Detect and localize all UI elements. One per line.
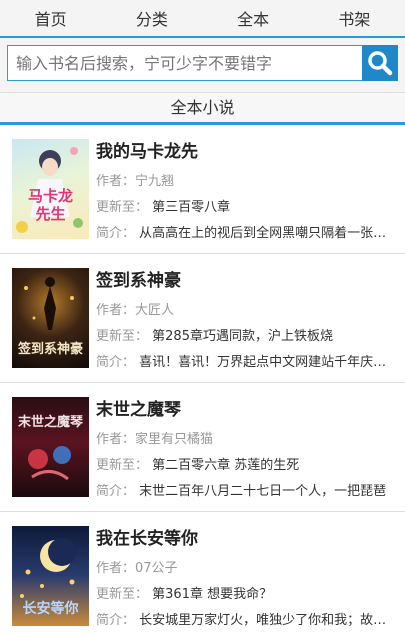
search-icon [368, 51, 393, 76]
author-label: 作者： [96, 303, 136, 318]
nav-category[interactable]: 分类 [101, 6, 202, 30]
book-cover[interactable]: 马卡龙 先生 [12, 139, 89, 239]
intro-label: 简介： [96, 484, 136, 499]
book-intro: 简介： 喜讯！喜讯！万界起点中文网建站千年庆典活动 [96, 350, 399, 376]
nav-home[interactable]: 首页 [0, 6, 101, 30]
book-intro: 简介： 末世二百年八月二十七日一个人，一把琵琶 [96, 479, 399, 505]
book-item[interactable]: 签到系神豪 签到系神豪 作者：大匠人 更新至： 第285章巧遇同款，沪上铁板烧 … [0, 254, 405, 383]
update-label: 更新至： [96, 329, 149, 344]
cover-title: 末世之魔琴 [17, 415, 83, 430]
intro-text: 末世二百年八月二十七日一个人，一把琵琶 [139, 484, 387, 499]
search-input[interactable] [7, 45, 362, 81]
author-label: 作者： [96, 432, 136, 447]
search-button[interactable] [362, 45, 398, 81]
book-cover[interactable]: 签到系神豪 [12, 268, 89, 368]
book-author: 作者：家里有只橘猫 [96, 427, 399, 453]
book-item[interactable]: 长安等你 我在长安等你 作者：07公子 更新至： 第361章 想要我命？ 简介：… [0, 512, 405, 634]
author-label: 作者： [96, 561, 136, 576]
top-nav: 首页 分类 全本 书架 [0, 0, 405, 38]
author-name: 07公子 [135, 561, 178, 576]
book-title[interactable]: 末世之魔琴 [96, 397, 399, 423]
intro-text: 喜讯！喜讯！万界起点中文网建站千年庆典活动 [139, 355, 399, 370]
author-name: 宁九翘 [135, 174, 175, 189]
update-label: 更新至： [96, 200, 149, 215]
book-item[interactable]: 马卡龙 先生 我的马卡龙先 作者：宁九翘 更新至： 第三百零八章 简介： 从高高… [0, 125, 405, 254]
cover-title: 长安等你 [22, 601, 79, 617]
book-info: 我在长安等你 作者：07公子 更新至： 第361章 想要我命？ 简介： 长安城里… [96, 526, 399, 634]
search-bar [0, 38, 405, 93]
book-update: 更新至： 第三百零八章 [96, 195, 399, 221]
book-info: 我的马卡龙先 作者：宁九翘 更新至： 第三百零八章 简介： 从高高在上的视后到全… [96, 139, 399, 253]
latest-chapter[interactable]: 第二百零六章 苏莲的生死 [152, 458, 299, 473]
book-info: 末世之魔琴 作者：家里有只橘猫 更新至： 第二百零六章 苏莲的生死 简介： 末世… [96, 397, 399, 511]
book-title[interactable]: 签到系神豪 [96, 268, 399, 294]
book-title[interactable]: 我在长安等你 [96, 526, 399, 552]
book-cover[interactable]: 末世之魔琴 [12, 397, 89, 497]
book-title[interactable]: 我的马卡龙先 [96, 139, 399, 165]
book-item[interactable]: 末世之魔琴 末世之魔琴 作者：家里有只橘猫 更新至： 第二百零六章 苏莲的生死 … [0, 383, 405, 512]
book-intro: 简介： 长安城里万家灯火，唯独少了你和我；故人已去 [96, 608, 399, 634]
book-info: 签到系神豪 作者：大匠人 更新至： 第285章巧遇同款，沪上铁板烧 简介： 喜讯… [96, 268, 399, 382]
author-name: 家里有只橘猫 [135, 432, 214, 447]
latest-chapter[interactable]: 第285章巧遇同款，沪上铁板烧 [152, 329, 333, 344]
author-name: 大匠人 [135, 303, 175, 318]
intro-label: 简介： [96, 613, 136, 628]
book-list: 马卡龙 先生 我的马卡龙先 作者：宁九翘 更新至： 第三百零八章 简介： 从高高… [0, 125, 405, 634]
book-cover[interactable]: 长安等你 [12, 526, 89, 626]
book-update: 更新至： 第二百零六章 苏莲的生死 [96, 453, 399, 479]
intro-text: 从高高在上的视后到全网黑嘲只隔着一张床照 [139, 226, 399, 241]
author-label: 作者： [96, 174, 136, 189]
latest-chapter[interactable]: 第361章 想要我命？ [152, 587, 272, 602]
book-author: 作者：07公子 [96, 556, 399, 582]
book-update: 更新至： 第361章 想要我命？ [96, 582, 399, 608]
nav-bookshelf[interactable]: 书架 [304, 6, 405, 30]
book-author: 作者：宁九翘 [96, 169, 399, 195]
intro-label: 简介： [96, 355, 136, 370]
intro-label: 简介： [96, 226, 136, 241]
cover-title: 签到系神豪 [17, 342, 83, 357]
nav-complete[interactable]: 全本 [203, 6, 304, 30]
update-label: 更新至： [96, 587, 149, 602]
book-update: 更新至： 第285章巧遇同款，沪上铁板烧 [96, 324, 399, 350]
intro-text: 长安城里万家灯火，唯独少了你和我；故人已去 [139, 613, 399, 628]
latest-chapter[interactable]: 第三百零八章 [152, 200, 230, 215]
update-label: 更新至： [96, 458, 149, 473]
book-intro: 简介： 从高高在上的视后到全网黑嘲只隔着一张床照 [96, 221, 399, 247]
book-author: 作者：大匠人 [96, 298, 399, 324]
section-title: 全本小说 [0, 93, 405, 125]
cover-title: 先生 [35, 205, 66, 223]
